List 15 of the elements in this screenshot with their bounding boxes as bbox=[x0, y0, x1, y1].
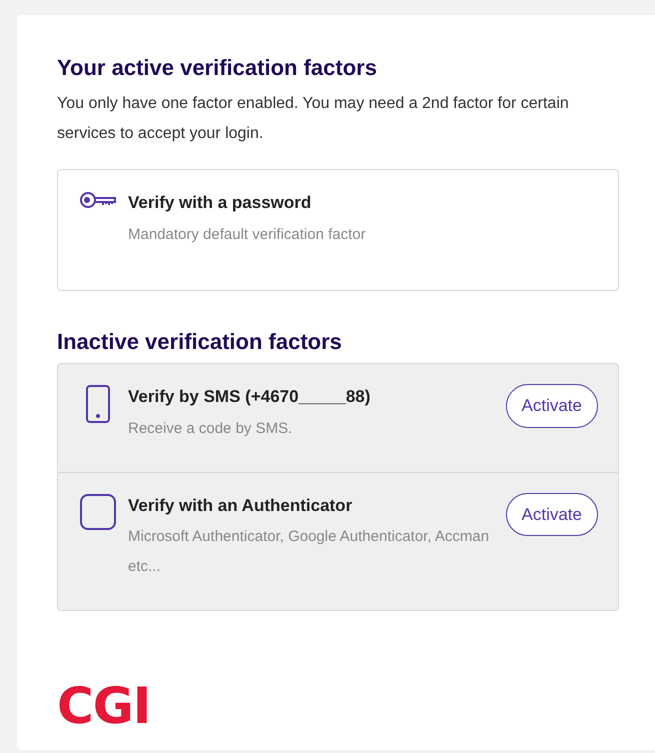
factor-description: Receive a code by SMS. bbox=[128, 418, 294, 439]
factor-title: Verify by SMS (+4670_____88) bbox=[128, 386, 372, 408]
key-icon bbox=[79, 191, 117, 210]
section-heading: Your active verification factors bbox=[57, 55, 378, 82]
factor-title: Verify with an Authenticator bbox=[128, 494, 354, 517]
activate-button[interactable]: Activate bbox=[506, 384, 598, 428]
phone-icon bbox=[86, 385, 110, 424]
logo: CGI bbox=[57, 681, 150, 732]
square-icon bbox=[80, 494, 116, 530]
factor-title: Verify with a password bbox=[128, 192, 312, 214]
section-heading: Inactive verification factors bbox=[57, 328, 343, 356]
factor-description: Microsoft Authenticator, Google Authenticator, Accman etc... bbox=[128, 527, 490, 578]
factor-description: Mandatory default verification factor bbox=[128, 224, 367, 245]
section-description: You only have one factor enabled. You may need a 2nd factor for certain services to accept your login. bbox=[57, 94, 570, 144]
activate-button[interactable]: Activate bbox=[506, 492, 598, 536]
